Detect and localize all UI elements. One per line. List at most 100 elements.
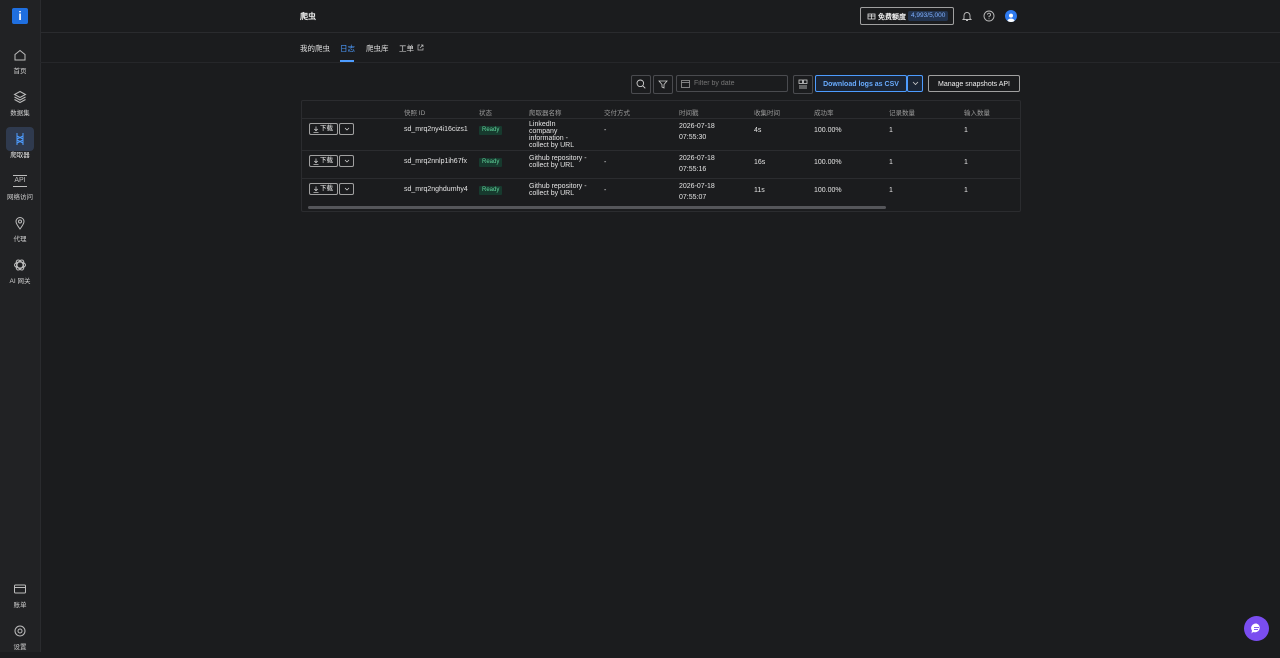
chevron-down-icon xyxy=(344,159,350,163)
download-label: 下载 xyxy=(320,157,333,164)
filter-icon xyxy=(658,80,668,89)
snapshot-id[interactable]: sd_mrq2ny4i16cizs1 xyxy=(404,126,468,133)
download-icon xyxy=(313,158,319,165)
home-icon xyxy=(14,49,26,61)
sidebar: i 首页 数据集 爬取器 API 网络访问 代理 AI 网关 账单 设置 xyxy=(0,0,41,652)
bell-icon[interactable] xyxy=(961,10,973,22)
download-menu-button[interactable] xyxy=(339,155,354,167)
page-title: 爬虫 xyxy=(300,12,316,21)
download-options-button[interactable] xyxy=(907,75,923,92)
ai-gateway-icon xyxy=(14,259,26,271)
sidebar-item-scrapers[interactable]: 爬取器 xyxy=(0,127,40,166)
table-row: 下载 sd_mrq2nghdumhy4 Ready Github reposit… xyxy=(302,178,1020,206)
horizontal-scrollbar[interactable] xyxy=(306,205,1016,209)
sidebar-item-proxy[interactable]: 代理 xyxy=(0,212,40,250)
status-badge: Ready xyxy=(479,158,503,167)
sidebar-item-label: 网络访问 xyxy=(7,194,33,201)
free-quota-button[interactable]: 免费额度 4,993/5,000 xyxy=(860,7,954,25)
logo[interactable]: i xyxy=(12,8,28,24)
settings-icon xyxy=(14,625,26,637)
chat-button[interactable] xyxy=(1244,616,1269,641)
success-rate: 100.00% xyxy=(814,187,842,194)
table-row: 下载 sd_mrq2ny4i16cizs1 Ready LinkedIn com… xyxy=(302,118,1020,151)
avatar[interactable] xyxy=(1005,10,1017,22)
record-count: 1 xyxy=(889,159,893,166)
chevron-down-icon xyxy=(344,187,350,191)
download-button[interactable]: 下载 xyxy=(309,155,338,167)
manage-snapshots-api-button[interactable]: Manage snapshots API xyxy=(928,75,1020,92)
tab-my-scrapers[interactable]: 我的爬虫 xyxy=(300,43,330,54)
column-header[interactable]: 输入数量 xyxy=(964,107,990,117)
timestamp-date: 2026-07-18 xyxy=(679,155,715,162)
sidebar-item-label: 首页 xyxy=(13,68,27,75)
scraper-name: Github repository - collect by URL xyxy=(529,183,587,197)
success-rate: 100.00% xyxy=(814,127,842,134)
collection-time: 4s xyxy=(754,127,762,134)
chat-icon xyxy=(1251,623,1260,634)
snapshot-id[interactable]: sd_mrq2nnlp1ih67fx xyxy=(404,158,467,165)
download-label: 下载 xyxy=(320,185,333,192)
timestamp-time: 07:55:16 xyxy=(679,166,707,173)
sidebar-item-label: 代理 xyxy=(13,236,27,243)
divider xyxy=(40,62,1280,63)
column-header[interactable]: 成功率 xyxy=(814,107,834,117)
record-count: 1 xyxy=(889,127,893,134)
sidebar-item-ai-gateway[interactable]: AI 网关 xyxy=(0,254,40,292)
quota-label: 免费额度 xyxy=(878,14,906,21)
sidebar-item-home[interactable]: 首页 xyxy=(0,44,40,82)
sidebar-item-web-access[interactable]: API 网络访问 xyxy=(0,170,40,208)
tab-scraper-library[interactable]: 爬虫库 xyxy=(366,43,389,54)
tab-tickets[interactable]: 工单 xyxy=(399,43,414,54)
chevron-down-icon xyxy=(344,127,350,131)
download-icon xyxy=(313,126,319,133)
download-menu-button[interactable] xyxy=(339,183,354,195)
scraper-name: LinkedIn company information - collect b… xyxy=(529,121,575,149)
download-button[interactable]: 下载 xyxy=(309,123,338,135)
scrollbar-thumb[interactable] xyxy=(308,206,886,209)
collection-time: 11s xyxy=(754,187,765,194)
download-csv-button[interactable]: Download logs as CSV xyxy=(815,75,907,92)
search-icon xyxy=(636,79,646,89)
column-header[interactable]: 时间戳 xyxy=(679,107,699,117)
sidebar-item-label: 账单 xyxy=(13,602,27,609)
sidebar-item-label: AI 网关 xyxy=(9,278,31,285)
delivery-method: - xyxy=(604,187,607,194)
filter-button[interactable] xyxy=(653,75,673,94)
download-button[interactable]: 下载 xyxy=(309,183,338,195)
input-count: 1 xyxy=(964,187,968,194)
sidebar-item-label: 数据集 xyxy=(10,110,30,117)
download-menu-button[interactable] xyxy=(339,123,354,135)
location-pin-icon xyxy=(15,217,25,230)
success-rate: 100.00% xyxy=(814,159,842,166)
column-header[interactable]: 收集时间 xyxy=(754,107,780,117)
tab-logs[interactable]: 日志 xyxy=(340,43,355,54)
help-icon[interactable] xyxy=(983,10,995,22)
columns-icon xyxy=(798,79,808,89)
user-icon xyxy=(1007,13,1015,22)
timestamp-time: 07:55:07 xyxy=(679,194,707,201)
gift-icon xyxy=(867,13,876,20)
delivery-method: - xyxy=(604,127,607,134)
timestamp-date: 2026-07-18 xyxy=(679,123,715,130)
column-header[interactable]: 交付方式 xyxy=(604,107,630,117)
logs-table: 快照 ID 状态 爬取器名称 交付方式 时间戳 收集时间 成功率 记录数量 输入… xyxy=(301,100,1021,212)
search-button[interactable] xyxy=(631,75,651,94)
input-count: 1 xyxy=(964,159,968,166)
snapshot-id[interactable]: sd_mrq2nghdumhy4 xyxy=(404,186,468,193)
table-row: 下载 sd_mrq2nnlp1ih67fx Ready Github repos… xyxy=(302,150,1020,179)
sidebar-item-billing[interactable]: 账单 xyxy=(0,578,40,616)
column-header[interactable]: 记录数量 xyxy=(889,107,915,117)
sidebar-item-datasets[interactable]: 数据集 xyxy=(0,86,40,124)
sidebar-item-settings[interactable]: 设置 xyxy=(0,620,40,658)
date-filter-input[interactable] xyxy=(676,75,788,92)
columns-button[interactable] xyxy=(793,75,813,94)
download-icon xyxy=(313,186,319,193)
collection-time: 16s xyxy=(754,159,766,166)
column-header[interactable]: 快照 ID xyxy=(404,107,425,117)
column-header[interactable]: 状态 xyxy=(479,107,492,117)
scraper-name: Github repository - collect by URL xyxy=(529,155,587,169)
column-header[interactable]: 爬取器名称 xyxy=(529,107,562,117)
sidebar-item-label: 爬取器 xyxy=(10,152,30,159)
timestamp-date: 2026-07-18 xyxy=(679,183,715,190)
sidebar-item-label: 设置 xyxy=(13,644,27,651)
